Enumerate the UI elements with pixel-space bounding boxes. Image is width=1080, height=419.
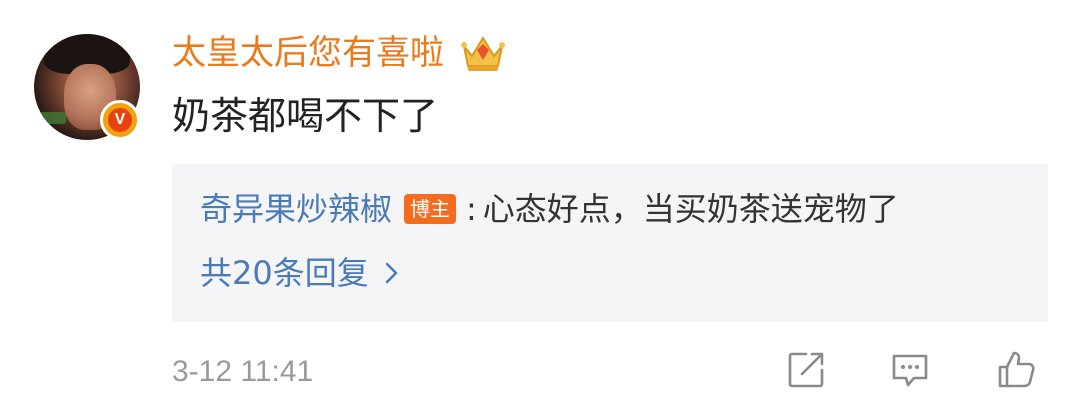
avatar-detail bbox=[40, 112, 66, 124]
chevron-right-icon bbox=[385, 262, 397, 284]
more-replies-label: 共20条回复 bbox=[200, 254, 369, 292]
reply-preview-line: 奇异果炒辣椒 博主 : 心态好点，当买奶茶送宠物了 bbox=[200, 188, 899, 230]
author-tag-badge: 博主 bbox=[404, 194, 457, 224]
username[interactable]: 太皇太后您有喜啦 bbox=[172, 32, 444, 74]
crown-icon bbox=[461, 36, 505, 71]
reply-author-link[interactable]: 奇异果炒辣椒 bbox=[200, 188, 392, 230]
verified-v-icon: V bbox=[108, 108, 132, 132]
share-icon[interactable] bbox=[784, 348, 828, 392]
more-replies-link[interactable]: 共20条回复 bbox=[200, 252, 401, 294]
like-icon[interactable] bbox=[994, 348, 1038, 392]
reply-colon: : bbox=[466, 190, 477, 228]
comment-text: 奶茶都喝不下了 bbox=[172, 94, 439, 138]
timestamp: 3-12 11:41 bbox=[172, 355, 314, 388]
reply-preview-box[interactable]: 奇异果炒辣椒 博主 : 心态好点，当买奶茶送宠物了 共20条回复 bbox=[172, 164, 1048, 322]
reply-text: 心态好点，当买奶茶送宠物了 bbox=[482, 190, 899, 228]
comment-icon[interactable] bbox=[888, 348, 932, 392]
verified-badge-icon: V bbox=[100, 100, 140, 140]
